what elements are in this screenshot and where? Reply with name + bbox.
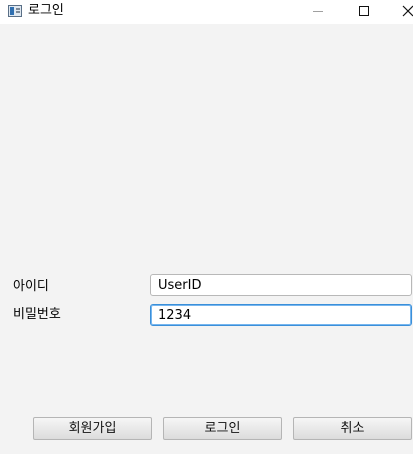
id-input[interactable] <box>150 274 412 296</box>
password-label: 비밀번호 <box>13 307 61 322</box>
close-button[interactable] <box>388 0 413 24</box>
password-input[interactable] <box>150 304 412 326</box>
minimize-button[interactable] <box>296 0 342 24</box>
maximize-button[interactable] <box>342 0 388 24</box>
login-window: 로그인 아이디 비밀번호 회원가입 로그인 취소 <box>0 0 413 454</box>
id-label: 아이디 <box>13 279 49 294</box>
login-form: 아이디 비밀번호 회원가입 로그인 취소 <box>0 24 413 454</box>
title-bar: 로그인 <box>0 0 413 24</box>
cancel-button[interactable]: 취소 <box>293 417 412 440</box>
signup-button[interactable]: 회원가입 <box>33 417 152 440</box>
window-title: 로그인 <box>28 3 64 18</box>
app-window-icon <box>8 5 22 17</box>
close-icon <box>402 5 413 17</box>
login-button[interactable]: 로그인 <box>163 417 282 440</box>
